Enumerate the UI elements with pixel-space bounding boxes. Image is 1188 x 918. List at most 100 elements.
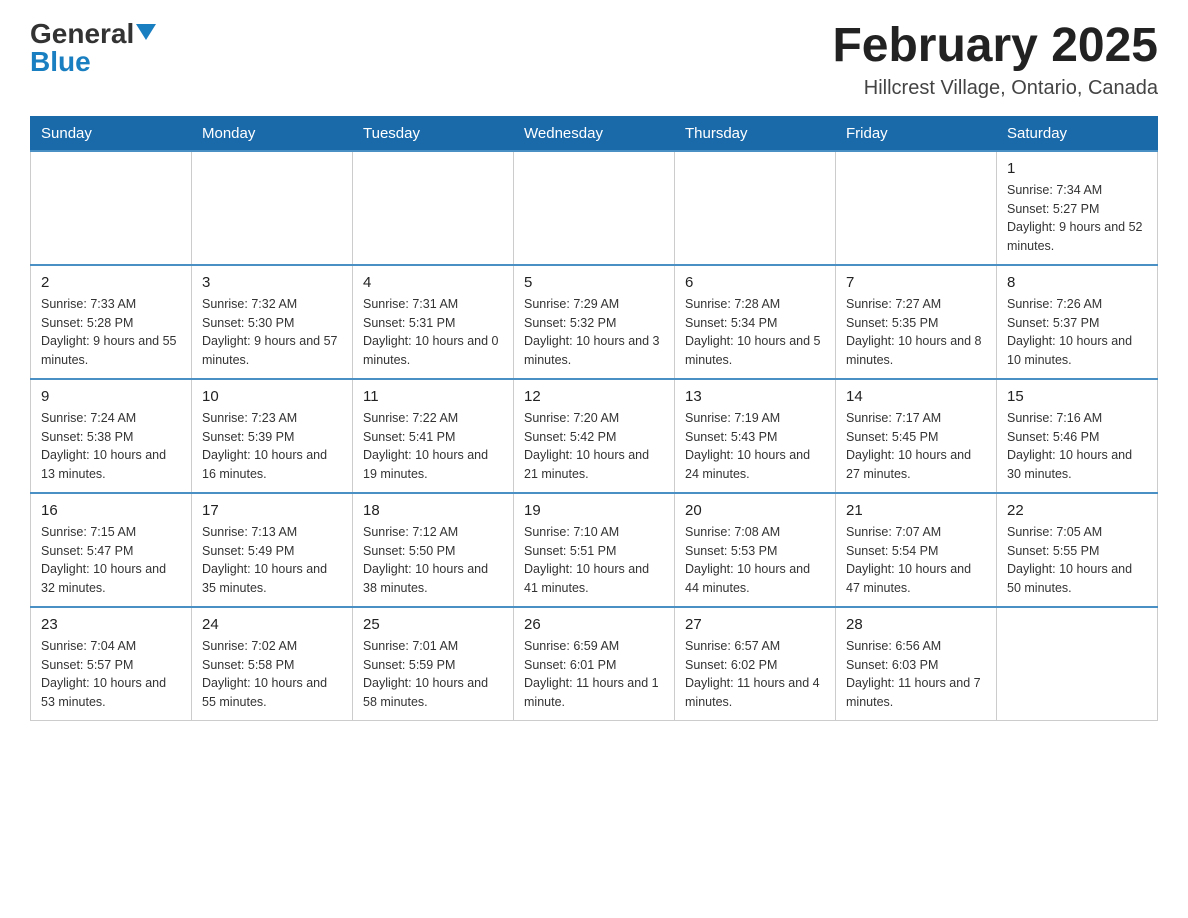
calendar-week-row: 16Sunrise: 7:15 AMSunset: 5:47 PMDayligh… [31,493,1158,607]
day-number: 18 [363,502,503,519]
day-number: 17 [202,502,342,519]
day-number: 2 [41,274,181,291]
day-info: Sunrise: 7:32 AMSunset: 5:30 PMDaylight:… [202,295,342,370]
weekday-header-tuesday: Tuesday [353,116,514,151]
calendar-cell: 14 Sunrise: 7:17 AMSunset: 5:45 PMDayligh… [836,379,997,493]
day-info: Sunrise: 7:13 AMSunset: 5:49 PMDaylight:… [202,523,342,598]
calendar-cell: 3 Sunrise: 7:32 AMSunset: 5:30 PMDaylight… [192,265,353,379]
calendar-cell: 18 Sunrise: 7:12 AMSunset: 5:50 PMDayligh… [353,493,514,607]
day-number: 9 [41,388,181,405]
day-info: Sunrise: 7:22 AMSunset: 5:41 PMDaylight:… [363,409,503,484]
calendar-cell: 4 Sunrise: 7:31 AMSunset: 5:31 PMDaylight… [353,265,514,379]
day-number: 11 [363,388,503,405]
page-header: General Blue February 2025 Hillcrest Vil… [30,20,1158,100]
day-info: Sunrise: 7:27 AMSunset: 5:35 PMDaylight:… [846,295,986,370]
month-title: February 2025 [832,20,1158,73]
calendar-cell: 15Sunrise: 7:16 AMSunset: 5:46 PMDayligh… [997,379,1158,493]
calendar-cell: 27 Sunrise: 6:57 AMSunset: 6:02 PMDayligh… [675,607,836,721]
calendar-cell: 28 Sunrise: 6:56 AMSunset: 6:03 PMDayligh… [836,607,997,721]
calendar-cell [514,151,675,265]
day-info: Sunrise: 7:17 AMSunset: 5:45 PMDaylight:… [846,409,986,484]
day-info: Sunrise: 7:28 AMSunset: 5:34 PMDaylight:… [685,295,825,370]
day-info: Sunrise: 7:10 AMSunset: 5:51 PMDaylight:… [524,523,664,598]
day-info: Sunrise: 6:57 AMSunset: 6:02 PMDaylight:… [685,637,825,712]
day-number: 5 [524,274,664,291]
day-info: Sunrise: 7:15 AMSunset: 5:47 PMDaylight:… [41,523,181,598]
calendar-cell: 25 Sunrise: 7:01 AMSunset: 5:59 PMDayligh… [353,607,514,721]
calendar-cell: 5 Sunrise: 7:29 AMSunset: 5:32 PMDaylight… [514,265,675,379]
calendar-cell: 12Sunrise: 7:20 AMSunset: 5:42 PMDayligh… [514,379,675,493]
weekday-header-monday: Monday [192,116,353,151]
day-info: Sunrise: 7:05 AMSunset: 5:55 PMDaylight:… [1007,523,1147,598]
day-info: Sunrise: 7:07 AMSunset: 5:54 PMDaylight:… [846,523,986,598]
day-info: Sunrise: 6:56 AMSunset: 6:03 PMDaylight:… [846,637,986,712]
calendar-cell: 1 Sunrise: 7:34 AMSunset: 5:27 PMDaylight… [997,151,1158,265]
calendar-cell: 24 Sunrise: 7:02 AMSunset: 5:58 PMDayligh… [192,607,353,721]
day-info: Sunrise: 7:24 AMSunset: 5:38 PMDaylight:… [41,409,181,484]
weekday-header-thursday: Thursday [675,116,836,151]
title-block: February 2025 Hillcrest Village, Ontario… [832,20,1158,100]
calendar-week-row: 2 Sunrise: 7:33 AMSunset: 5:28 PMDaylight… [31,265,1158,379]
day-number: 3 [202,274,342,291]
weekday-header-saturday: Saturday [997,116,1158,151]
calendar-cell: 22 Sunrise: 7:05 AMSunset: 5:55 PMDayligh… [997,493,1158,607]
calendar-header-row: SundayMondayTuesdayWednesdayThursdayFrid… [31,116,1158,151]
day-number: 4 [363,274,503,291]
calendar-week-row: 9 Sunrise: 7:24 AMSunset: 5:38 PMDaylight… [31,379,1158,493]
day-info: Sunrise: 7:02 AMSunset: 5:58 PMDaylight:… [202,637,342,712]
location-title: Hillcrest Village, Ontario, Canada [832,77,1158,100]
day-number: 26 [524,616,664,633]
day-info: Sunrise: 7:23 AMSunset: 5:39 PMDaylight:… [202,409,342,484]
calendar-cell: 17 Sunrise: 7:13 AMSunset: 5:49 PMDayligh… [192,493,353,607]
day-number: 6 [685,274,825,291]
day-number: 23 [41,616,181,633]
calendar-cell: 21 Sunrise: 7:07 AMSunset: 5:54 PMDayligh… [836,493,997,607]
day-info: Sunrise: 7:34 AMSunset: 5:27 PMDaylight:… [1007,181,1147,256]
day-number: 27 [685,616,825,633]
day-number: 24 [202,616,342,633]
day-number: 10 [202,388,342,405]
calendar-cell: 6 Sunrise: 7:28 AMSunset: 5:34 PMDaylight… [675,265,836,379]
weekday-header-wednesday: Wednesday [514,116,675,151]
day-info: Sunrise: 7:26 AMSunset: 5:37 PMDaylight:… [1007,295,1147,370]
day-info: Sunrise: 7:16 AMSunset: 5:46 PMDaylight:… [1007,409,1147,484]
logo-blue: Blue [30,48,91,76]
day-number: 21 [846,502,986,519]
weekday-header-friday: Friday [836,116,997,151]
day-number: 22 [1007,502,1147,519]
day-number: 19 [524,502,664,519]
calendar-week-row: 1 Sunrise: 7:34 AMSunset: 5:27 PMDaylight… [31,151,1158,265]
day-number: 28 [846,616,986,633]
calendar-cell: 16Sunrise: 7:15 AMSunset: 5:47 PMDayligh… [31,493,192,607]
calendar-cell: 13Sunrise: 7:19 AMSunset: 5:43 PMDayligh… [675,379,836,493]
day-info: Sunrise: 7:31 AMSunset: 5:31 PMDaylight:… [363,295,503,370]
calendar-cell: 20Sunrise: 7:08 AMSunset: 5:53 PMDayligh… [675,493,836,607]
day-info: Sunrise: 7:33 AMSunset: 5:28 PMDaylight:… [41,295,181,370]
calendar-cell: 19 Sunrise: 7:10 AMSunset: 5:51 PMDayligh… [514,493,675,607]
day-info: Sunrise: 7:29 AMSunset: 5:32 PMDaylight:… [524,295,664,370]
calendar-cell [675,151,836,265]
logo-general: General [30,20,134,48]
day-number: 1 [1007,160,1147,177]
calendar-cell [31,151,192,265]
calendar-cell [997,607,1158,721]
day-number: 14 [846,388,986,405]
day-info: Sunrise: 7:08 AMSunset: 5:53 PMDaylight:… [685,523,825,598]
logo-triangle-icon [136,24,156,40]
day-number: 7 [846,274,986,291]
day-number: 25 [363,616,503,633]
day-info: Sunrise: 7:20 AMSunset: 5:42 PMDaylight:… [524,409,664,484]
calendar-cell [836,151,997,265]
day-info: Sunrise: 7:04 AMSunset: 5:57 PMDaylight:… [41,637,181,712]
calendar-cell: 11 Sunrise: 7:22 AMSunset: 5:41 PMDayligh… [353,379,514,493]
calendar-cell: 2 Sunrise: 7:33 AMSunset: 5:28 PMDaylight… [31,265,192,379]
calendar-cell: 23 Sunrise: 7:04 AMSunset: 5:57 PMDayligh… [31,607,192,721]
day-info: Sunrise: 7:01 AMSunset: 5:59 PMDaylight:… [363,637,503,712]
calendar-cell: 26Sunrise: 6:59 AMSunset: 6:01 PMDayligh… [514,607,675,721]
calendar-cell: 7 Sunrise: 7:27 AMSunset: 5:35 PMDaylight… [836,265,997,379]
weekday-header-sunday: Sunday [31,116,192,151]
day-info: Sunrise: 7:12 AMSunset: 5:50 PMDaylight:… [363,523,503,598]
calendar-cell [353,151,514,265]
calendar-cell: 8Sunrise: 7:26 AMSunset: 5:37 PMDaylight… [997,265,1158,379]
calendar-cell: 10 Sunrise: 7:23 AMSunset: 5:39 PMDayligh… [192,379,353,493]
